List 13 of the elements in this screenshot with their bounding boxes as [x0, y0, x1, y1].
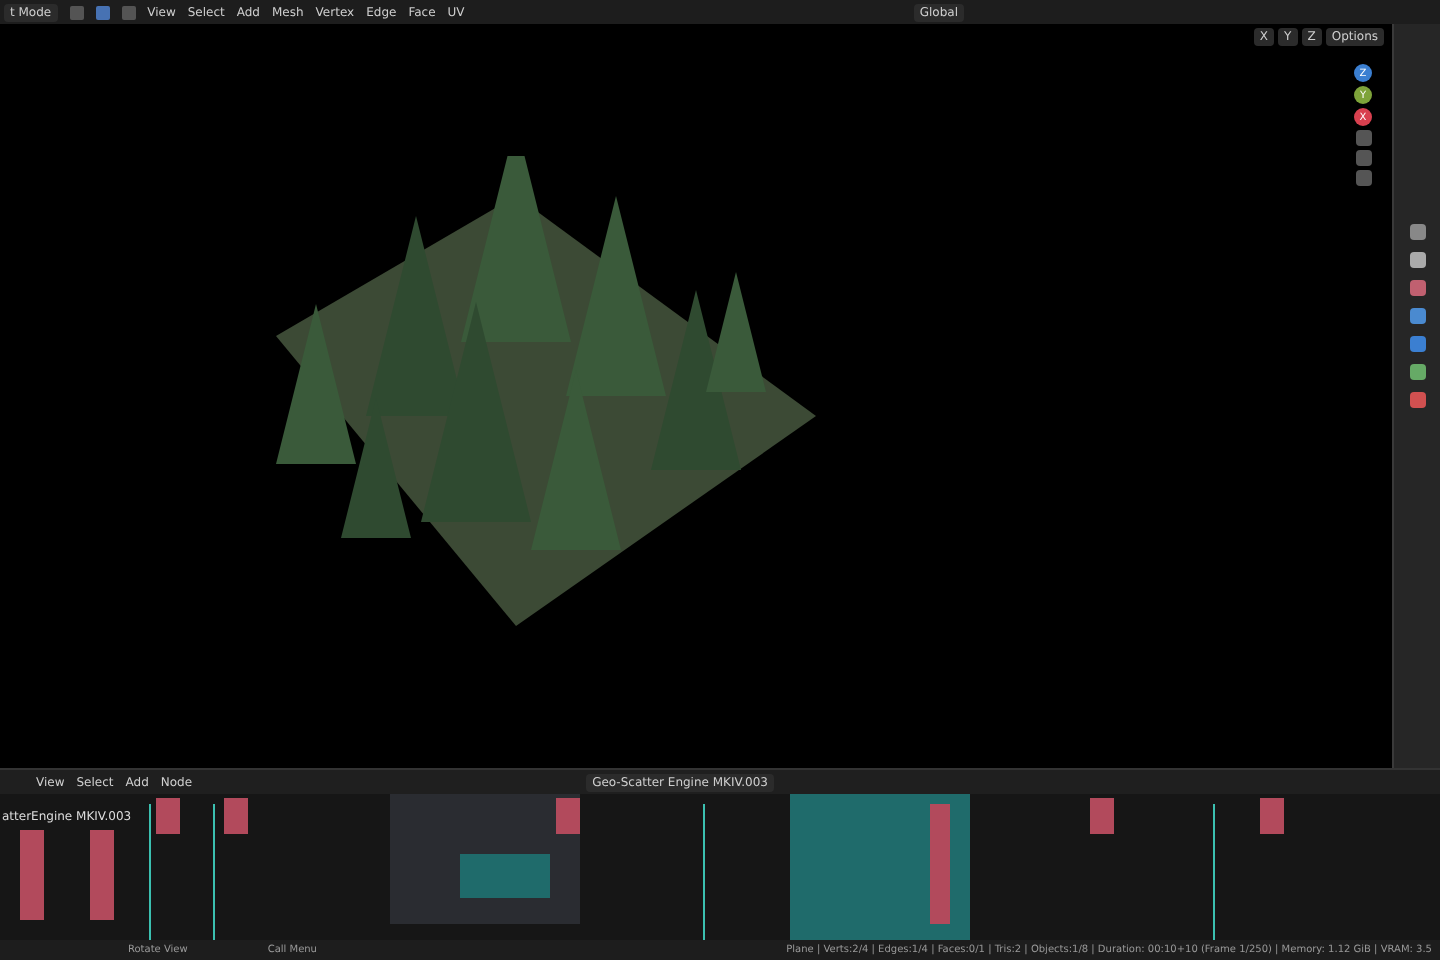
select-mode-button[interactable] [121, 5, 136, 19]
node-card[interactable] [556, 798, 580, 834]
node-card[interactable] [20, 830, 44, 920]
select-mode-button[interactable] [69, 5, 84, 19]
node-card[interactable] [1260, 798, 1284, 834]
select-mode-button[interactable] [95, 5, 110, 19]
node-card[interactable] [90, 830, 114, 920]
node-card[interactable] [930, 804, 950, 924]
node-frame[interactable] [460, 854, 550, 898]
node-frame[interactable] [790, 794, 970, 940]
node-card[interactable] [156, 798, 180, 834]
node-card[interactable] [1090, 798, 1114, 834]
node-card[interactable] [224, 798, 248, 834]
